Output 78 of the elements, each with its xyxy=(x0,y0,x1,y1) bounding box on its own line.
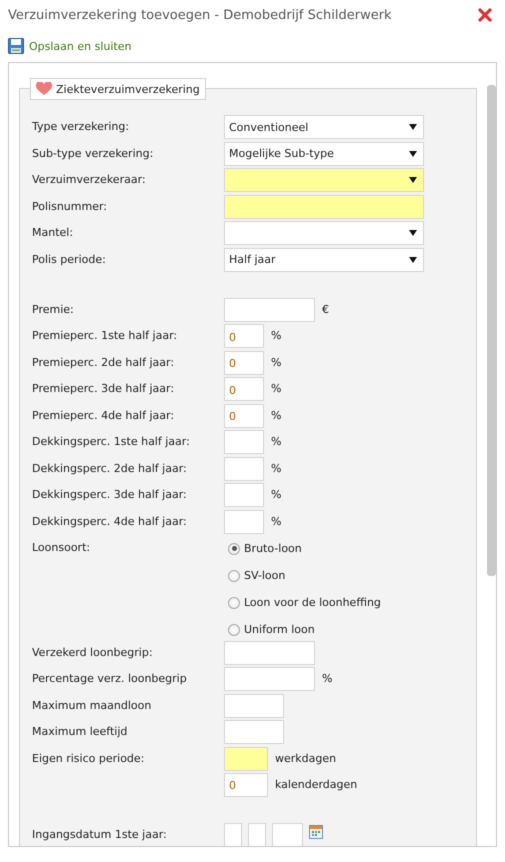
year-field[interactable] xyxy=(272,822,303,846)
radio-button[interactable] xyxy=(228,596,240,608)
dropdown-field[interactable]: Half jaar xyxy=(224,248,424,272)
calendar-icon[interactable] xyxy=(309,824,323,838)
unit-label: % xyxy=(271,328,282,344)
unit-label: kalenderdagen xyxy=(275,776,358,792)
unit-label: werkdagen xyxy=(275,750,336,766)
unit-label: % xyxy=(322,671,332,687)
input-field[interactable]: 0 xyxy=(224,772,268,796)
field-label: Polisnummer: xyxy=(32,198,108,214)
radio-button[interactable] xyxy=(228,624,240,636)
input-field[interactable] xyxy=(224,430,264,454)
unit-label: % xyxy=(271,487,282,503)
legend-text: Ziekteverzuimverzekering xyxy=(56,82,200,96)
input-field[interactable] xyxy=(224,720,284,744)
field-label: Verzekerd loonbegrip: xyxy=(32,644,154,660)
scrollbar[interactable] xyxy=(487,85,496,576)
field-label: Type verzekering: xyxy=(32,119,130,135)
unit-label: € xyxy=(322,302,329,318)
input-field[interactable] xyxy=(224,667,315,691)
heart-icon xyxy=(36,82,52,96)
input-field[interactable] xyxy=(224,640,315,664)
dropdown-arrow-icon xyxy=(409,256,417,264)
input-field[interactable] xyxy=(224,456,264,480)
field-label: Dekkingsperc. 4de half jaar: xyxy=(32,514,188,530)
field-label: Dekkingsperc. 1ste half jaar: xyxy=(32,434,191,450)
field-label: Premieperc. 2de half jaar: xyxy=(32,354,176,370)
dropdown-field[interactable] xyxy=(224,221,424,245)
field-label: Verzuimverzekeraar: xyxy=(32,172,147,188)
input-field[interactable] xyxy=(224,298,315,322)
field-label: Polis periode: xyxy=(32,252,107,268)
field-label: Premie: xyxy=(32,302,75,318)
save-button[interactable]: Opslaan en sluiten xyxy=(8,38,132,54)
field-label: Maximum leeftijd xyxy=(32,724,128,740)
field-label: Dekkingsperc. 3de half jaar: xyxy=(32,487,188,503)
input-field[interactable] xyxy=(224,510,264,534)
unit-label: % xyxy=(271,460,282,476)
input-field[interactable] xyxy=(224,194,424,218)
dropdown-arrow-icon xyxy=(409,150,417,158)
unit-label: % xyxy=(271,514,282,530)
radio-label[interactable]: Uniform loon xyxy=(244,623,315,636)
input-field[interactable] xyxy=(224,694,284,718)
dropdown-arrow-icon xyxy=(409,176,417,184)
input-field[interactable] xyxy=(224,746,268,770)
field-label: Sub-type verzekering: xyxy=(32,146,154,162)
radio-label[interactable]: SV-loon xyxy=(244,569,286,582)
dropdown-field[interactable]: Mogelijke Sub-type xyxy=(224,142,424,166)
input-field[interactable]: 0 xyxy=(224,404,264,428)
field-label: Premieperc. 1ste half jaar: xyxy=(32,328,178,344)
field-label: Mantel: xyxy=(32,225,74,241)
field-label: Premieperc. 3de half jaar: xyxy=(32,381,176,397)
close-button[interactable] xyxy=(477,7,493,23)
input-field[interactable]: 0 xyxy=(224,377,264,401)
field-label: Percentage verz. loonbegrip xyxy=(32,671,188,687)
radio-label[interactable]: Loon voor de loonheffing xyxy=(244,596,381,609)
month-field[interactable] xyxy=(248,822,266,846)
unit-label: % xyxy=(271,408,282,424)
input-field[interactable] xyxy=(224,483,264,507)
window-title: Verzuimverzekering toevoegen - Demobedrijf Schilderwerk xyxy=(8,8,392,22)
field-label: Maximum maandloon xyxy=(32,698,152,714)
field-label: Dekkingsperc. 2de half jaar: xyxy=(32,460,188,476)
dropdown-field[interactable] xyxy=(224,168,424,192)
radio-button[interactable] xyxy=(228,542,240,554)
dropdown-arrow-icon xyxy=(409,123,417,131)
field-label: Ingangsdatum 1ste jaar: xyxy=(32,826,168,842)
dropdown-field[interactable]: Conventioneel xyxy=(224,115,424,139)
field-label: Loonsoort: xyxy=(32,540,92,556)
unit-label: % xyxy=(271,434,282,450)
dropdown-arrow-icon xyxy=(409,229,417,237)
field-label: Eigen risico periode: xyxy=(32,750,146,766)
field-label: Premieperc. 4de half jaar: xyxy=(32,408,176,424)
input-field[interactable]: 0 xyxy=(224,324,264,348)
unit-label: % xyxy=(271,381,282,397)
unit-label: % xyxy=(271,354,282,370)
radio-button[interactable] xyxy=(228,570,240,582)
radio-label[interactable]: Bruto-loon xyxy=(244,542,302,555)
input-field[interactable]: 0 xyxy=(224,350,264,374)
day-field[interactable] xyxy=(224,822,242,846)
